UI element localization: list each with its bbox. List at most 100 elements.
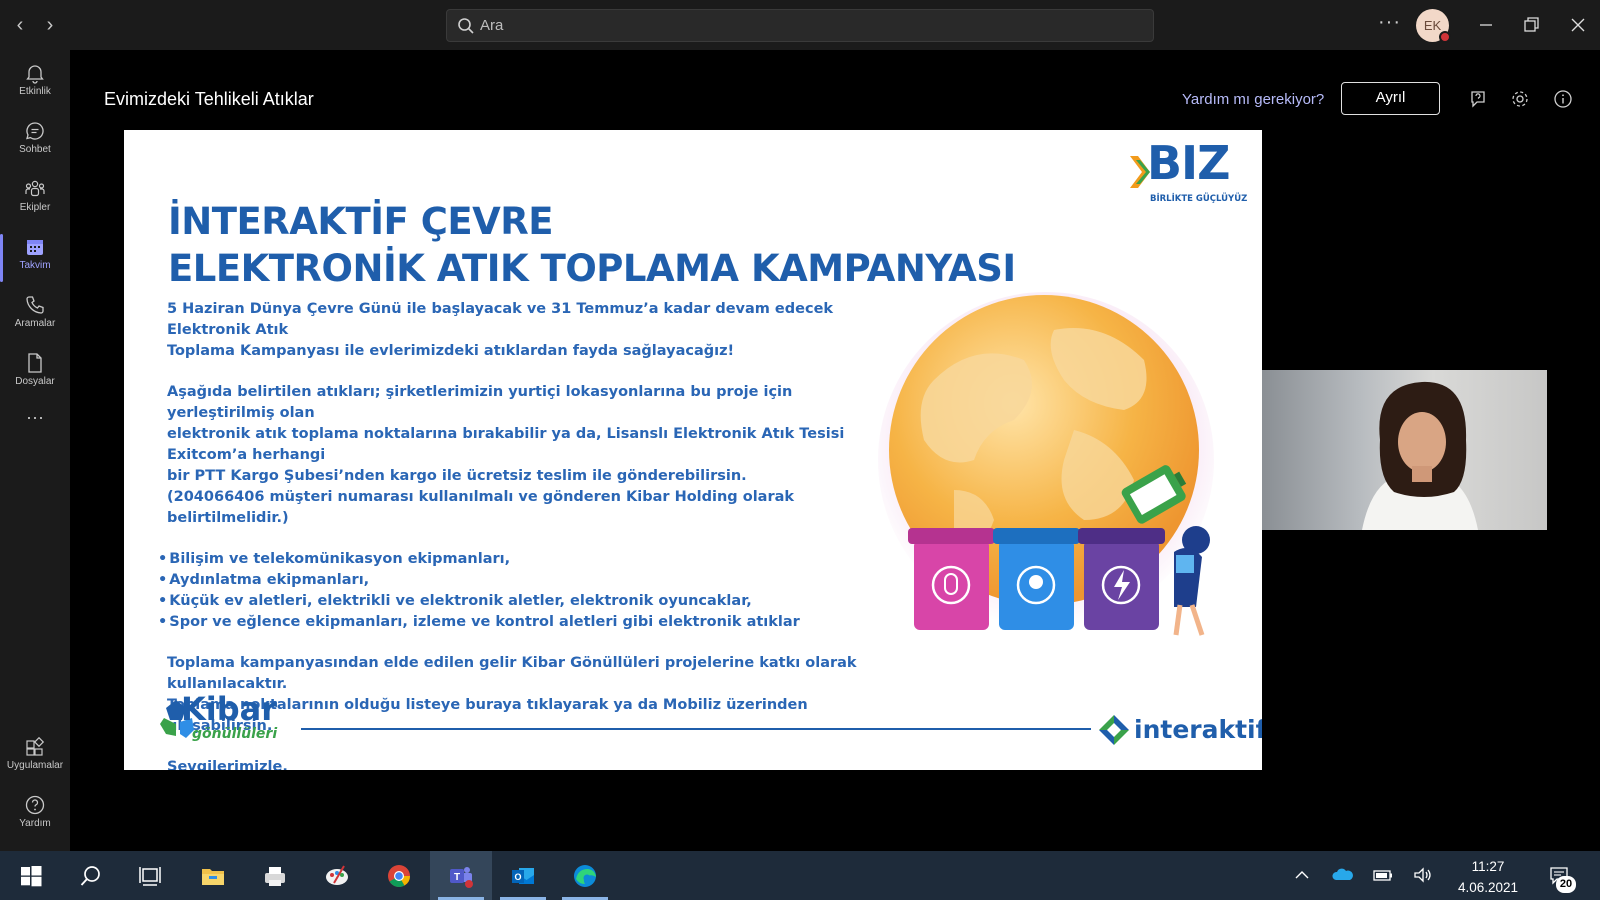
calendar-icon xyxy=(27,240,43,255)
restore-icon[interactable] xyxy=(1519,14,1543,36)
bell-icon xyxy=(26,65,44,84)
rail-label: Takvim xyxy=(19,260,51,271)
windows-start-icon xyxy=(21,866,42,887)
file-explorer-icon xyxy=(202,869,224,885)
task-view-button[interactable] xyxy=(120,851,182,900)
kibar-logo-subtitle: gönüllüleri xyxy=(192,726,278,742)
rail-item-calls[interactable]: Aramalar xyxy=(0,288,70,344)
paragraph-intro: 5 Haziran Dünya Çevre Günü ile başlayaca… xyxy=(167,299,887,362)
rail-item-chat[interactable]: Sohbet xyxy=(0,114,70,170)
biz-logo-text: BIZ xyxy=(1147,136,1231,190)
list-item: Küçük ev aletleri, elektrikli ve elektro… xyxy=(158,591,887,612)
app-rail: Etkinlik Sohbet Ekipler Takvim Aramalar … xyxy=(0,50,70,851)
taskbar-search-button[interactable] xyxy=(60,851,122,900)
slide-heading: İNTERAKTİF ÇEVRE ELEKTRONİK ATIK TOPLAMA… xyxy=(168,198,1016,292)
help-link[interactable]: Yardım mı gerekiyor? xyxy=(1182,91,1324,108)
close-icon[interactable] xyxy=(1566,14,1590,36)
rail-more-button[interactable]: ··· xyxy=(0,408,70,464)
taskbar-printer-app[interactable] xyxy=(244,851,306,900)
chrome-icon xyxy=(388,865,410,887)
rail-item-apps[interactable]: Uygulamalar xyxy=(0,730,70,786)
busy-status-dot xyxy=(1439,31,1451,43)
apps-icon xyxy=(26,736,45,756)
list-item: Bilişim ve telekomünikasyon ekipmanları, xyxy=(158,549,887,570)
taskbar-file-explorer[interactable] xyxy=(182,851,244,900)
heading-line-1: İNTERAKTİF ÇEVRE xyxy=(168,200,554,243)
teams-icon: T xyxy=(450,867,473,888)
list-item: Aydınlatma ekipmanları, xyxy=(158,570,887,591)
info-icon[interactable] xyxy=(1553,89,1573,109)
more-options-button[interactable]: ··· xyxy=(1378,11,1401,34)
clock-time: 11:27 xyxy=(1471,859,1505,874)
taskbar-outlook[interactable]: O xyxy=(492,851,554,900)
paint-icon xyxy=(326,865,348,885)
meeting-title: Evimizdeki Tehlikeli Atıklar xyxy=(104,89,314,109)
purple-bin-icon xyxy=(1078,528,1165,630)
edge-icon xyxy=(574,865,596,887)
text-line: Aşağıda belirtilen atıkları; şirketlerim… xyxy=(167,384,793,421)
rail-item-help[interactable]: Yardım xyxy=(0,788,70,844)
waste-type-list: Bilişim ve telekomünikasyon ekipmanları,… xyxy=(158,549,887,633)
rail-item-teams[interactable]: Ekipler xyxy=(0,172,70,228)
forward-arrow-icon[interactable]: › xyxy=(39,13,61,37)
chevron-up-icon[interactable] xyxy=(1291,864,1313,886)
outlook-icon: O xyxy=(512,868,534,884)
search-icon xyxy=(458,18,474,34)
taskbar-paint-app[interactable] xyxy=(306,851,368,900)
svg-text:O: O xyxy=(514,872,521,882)
presenter-video-tile[interactable] xyxy=(1262,370,1547,530)
rail-label: Aramalar xyxy=(14,318,56,329)
task-view-icon xyxy=(139,867,161,886)
rail-label: Dosyalar xyxy=(15,376,55,387)
start-button[interactable] xyxy=(0,851,62,900)
search-input[interactable]: Ara xyxy=(446,9,1154,42)
settings-gear-icon[interactable] xyxy=(1510,89,1530,109)
rail-label: Sohbet xyxy=(19,144,51,155)
avatar[interactable]: EK xyxy=(1416,9,1451,43)
battery-icon[interactable] xyxy=(1372,864,1394,886)
file-icon xyxy=(28,353,42,373)
rail-label: Ekipler xyxy=(19,202,51,213)
biz-tagline: BİRLİKTE GÜÇLÜYÜZ xyxy=(1150,194,1248,204)
phone-icon xyxy=(26,296,44,314)
paragraph-instructions: Aşağıda belirtilen atıkları; şirketlerim… xyxy=(167,382,887,529)
volume-icon[interactable] xyxy=(1412,864,1434,886)
minimize-icon[interactable] xyxy=(1474,14,1498,36)
pink-bin-icon xyxy=(908,528,995,630)
footer-divider xyxy=(301,728,1091,730)
rail-item-calendar[interactable]: Takvim xyxy=(0,230,70,286)
text-line: bir PTT Kargo Şubesi’nden kargo ile ücre… xyxy=(167,468,747,484)
onedrive-cloud-icon[interactable] xyxy=(1332,864,1354,886)
text-line: 5 Haziran Dünya Çevre Günü ile başlayaca… xyxy=(167,301,834,338)
text-line: elektronik atık toplama noktalarına bıra… xyxy=(167,426,845,463)
text-line: (204066406 müşteri numarası kullanılmalı… xyxy=(167,489,795,526)
taskbar-chrome[interactable] xyxy=(368,851,430,900)
taskbar-edge[interactable] xyxy=(554,851,616,900)
rail-label: Uygulamalar xyxy=(6,760,64,771)
interaktif-logo-icon xyxy=(1099,715,1129,745)
heading-line-2: ELEKTRONİK ATIK TOPLAMA KAMPANYASI xyxy=(168,247,1016,290)
printer-icon xyxy=(265,867,285,886)
list-item: Spor ve eğlence ekipmanları, izleme ve k… xyxy=(158,612,887,633)
teams-icon xyxy=(25,180,45,197)
globe-recycling-illustration xyxy=(878,292,1214,636)
leave-button[interactable]: Ayrıl xyxy=(1341,82,1440,115)
chat-icon xyxy=(26,122,44,140)
avatar-initials: EK xyxy=(1423,18,1442,33)
search-icon xyxy=(80,866,100,886)
interaktif-logo-text: interaktif xyxy=(1134,715,1262,744)
taskbar-teams[interactable]: T xyxy=(430,851,492,900)
blue-bin-icon xyxy=(993,528,1080,630)
notification-count-badge: 20 xyxy=(1556,876,1576,893)
svg-text:T: T xyxy=(454,872,460,883)
taskbar-clock[interactable]: 11:27 4.06.2021 xyxy=(1440,856,1536,898)
rail-label: Yardım xyxy=(19,818,51,829)
rail-item-files[interactable]: Dosyalar xyxy=(0,346,70,402)
feedback-icon[interactable] xyxy=(1468,89,1488,109)
back-arrow-icon[interactable]: ‹ xyxy=(9,13,31,37)
rail-item-activity[interactable]: Etkinlik xyxy=(0,56,70,112)
kibar-logo-text: Kibar xyxy=(181,690,278,728)
text-line: Toplama kampanyasından elde edilen gelir… xyxy=(167,655,857,692)
search-placeholder: Ara xyxy=(480,17,504,34)
presenter-silhouette xyxy=(1362,381,1478,530)
